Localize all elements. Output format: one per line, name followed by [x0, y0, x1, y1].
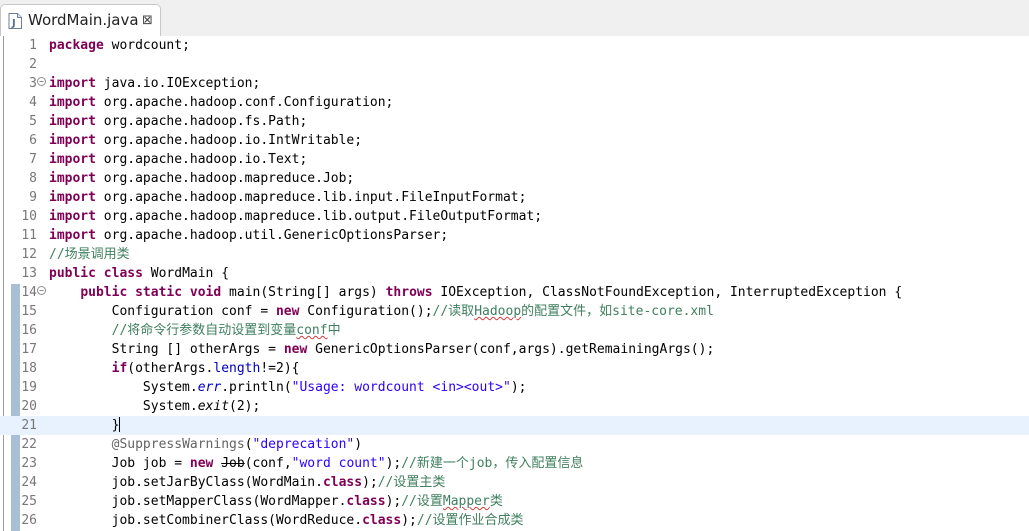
- code-editor[interactable]: 1 package wordcount; 2 3 − import java.i…: [0, 36, 1029, 531]
- code-line: 20 System.exit(2);: [0, 397, 1029, 416]
- code-line: 2: [0, 55, 1029, 74]
- line-number: 14: [21, 285, 37, 300]
- code-text: @SuppressWarnings("deprecation"): [111, 437, 363, 452]
- line-number: 17: [21, 342, 37, 357]
- code-line: 5 import org.apache.hadoop.fs.Path;: [0, 112, 1029, 131]
- code-text: import org.apache.hadoop.mapreduce.lib.o…: [49, 209, 543, 224]
- code-text: import org.apache.hadoop.fs.Path;: [49, 114, 308, 129]
- line-number: 2: [29, 57, 37, 72]
- line-number: 13: [21, 266, 37, 281]
- code-line: 16 //将命令行参数自动设置到变量conf中: [0, 321, 1029, 340]
- line-number: 20: [21, 399, 37, 414]
- line-number: 5: [29, 114, 37, 129]
- code-text: import org.apache.hadoop.util.GenericOpt…: [49, 228, 449, 243]
- code-line: 8 import org.apache.hadoop.mapreduce.Job…: [0, 169, 1029, 188]
- code-text: //将命令行参数自动设置到变量conf中: [111, 323, 341, 338]
- tab-wordmain-java[interactable]: J WordMain.java ⊠: [0, 4, 161, 36]
- code-text: }: [49, 417, 121, 433]
- code-text: import java.io.IOException;: [49, 76, 261, 91]
- fold-collapse-icon[interactable]: −: [37, 77, 46, 86]
- code-line: 22 @SuppressWarnings("deprecation"): [0, 435, 1029, 454]
- code-text: package wordcount;: [49, 38, 190, 53]
- line-number: 10: [21, 209, 37, 224]
- svg-text:J: J: [11, 18, 16, 29]
- line-number: 25: [21, 494, 37, 509]
- code-text: System.err.println("Usage: wordcount <in…: [49, 380, 527, 395]
- line-number: 16: [21, 323, 37, 338]
- code-text: System.exit(2);: [49, 399, 261, 414]
- code-line: 3 − import java.io.IOException;: [0, 74, 1029, 93]
- code-line: 10 import org.apache.hadoop.mapreduce.li…: [0, 207, 1029, 226]
- fold-collapse-icon[interactable]: −: [37, 286, 46, 295]
- line-number: 22: [21, 437, 37, 452]
- line-number: 19: [21, 380, 37, 395]
- code-text: job.setMapperClass(WordMapper.class);//设…: [49, 494, 503, 509]
- line-number: 8: [29, 171, 37, 186]
- code-line: 15 Configuration conf = new Configuratio…: [0, 302, 1029, 321]
- code-line: 4 import org.apache.hadoop.conf.Configur…: [0, 93, 1029, 112]
- current-line-highlight: 21 }: [0, 416, 1029, 435]
- text-caret: [119, 417, 121, 432]
- tab-title: WordMain.java: [28, 11, 139, 29]
- code-line: 17 String [] otherArgs = new GenericOpti…: [0, 340, 1029, 359]
- code-line: 18 if(otherArgs.length!=2){: [0, 359, 1029, 378]
- code-text: import org.apache.hadoop.io.Text;: [49, 152, 308, 167]
- close-icon[interactable]: ⊠: [142, 13, 153, 29]
- java-file-icon: J: [8, 13, 22, 29]
- code-line: 24 job.setJarByClass(WordMain.class);//设…: [0, 473, 1029, 492]
- line-number: 1: [29, 38, 37, 53]
- code-text: import org.apache.hadoop.mapreduce.lib.i…: [49, 190, 527, 205]
- line-number: 18: [21, 361, 37, 376]
- code-line: 26 job.setCombinerClass(WordReduce.class…: [0, 511, 1029, 530]
- code-line: 11 import org.apache.hadoop.util.Generic…: [0, 226, 1029, 245]
- code-text: if(otherArgs.length!=2){: [111, 361, 300, 376]
- line-number: 3: [29, 76, 37, 91]
- code-text: import org.apache.hadoop.io.IntWritable;: [49, 133, 363, 148]
- line-number: 21: [21, 418, 37, 433]
- code-text: Configuration conf = new Configuration()…: [49, 304, 714, 319]
- code-line: 9 import org.apache.hadoop.mapreduce.lib…: [0, 188, 1029, 207]
- code-line: 19 System.err.println("Usage: wordcount …: [0, 378, 1029, 397]
- line-number: 11: [21, 228, 37, 243]
- code-text: job.setCombinerClass(WordReduce.class);/…: [49, 513, 524, 528]
- line-number: 12: [21, 247, 37, 262]
- line-number: 23: [21, 456, 37, 471]
- line-number: 15: [21, 304, 37, 319]
- code-line: 13 public class WordMain {: [0, 264, 1029, 283]
- code-text: import org.apache.hadoop.conf.Configurat…: [49, 95, 394, 110]
- code-text: public static void main(String[] args) t…: [80, 285, 903, 300]
- code-text: import org.apache.hadoop.mapreduce.Job;: [49, 171, 355, 186]
- line-number: 24: [21, 475, 37, 490]
- code-text: public class WordMain {: [49, 266, 230, 281]
- editor-tab-bar: J WordMain.java ⊠: [0, 0, 1029, 37]
- line-number: 26: [21, 513, 37, 528]
- code-line: 23 Job job = new Job(conf,"word count");…: [0, 454, 1029, 473]
- code-line: 14 − public static void main(String[] ar…: [0, 283, 1029, 302]
- code-text: job.setJarByClass(WordMain.class);//设置主类: [49, 475, 446, 490]
- code-text: Job job = new Job(conf,"word count");//新…: [49, 456, 584, 471]
- code-line: 1 package wordcount;: [0, 36, 1029, 55]
- code-text: String [] otherArgs = new GenericOptions…: [49, 342, 715, 357]
- code-line: 6 import org.apache.hadoop.io.IntWritabl…: [0, 131, 1029, 150]
- line-number: 9: [29, 190, 37, 205]
- line-number: 7: [29, 152, 37, 167]
- code-line: 7 import org.apache.hadoop.io.Text;: [0, 150, 1029, 169]
- line-number: 4: [29, 95, 37, 110]
- line-number: 6: [29, 133, 37, 148]
- code-line: 12 //场景调用类: [0, 245, 1029, 264]
- code-line: 25 job.setMapperClass(WordMapper.class);…: [0, 492, 1029, 511]
- code-text: //场景调用类: [49, 247, 130, 262]
